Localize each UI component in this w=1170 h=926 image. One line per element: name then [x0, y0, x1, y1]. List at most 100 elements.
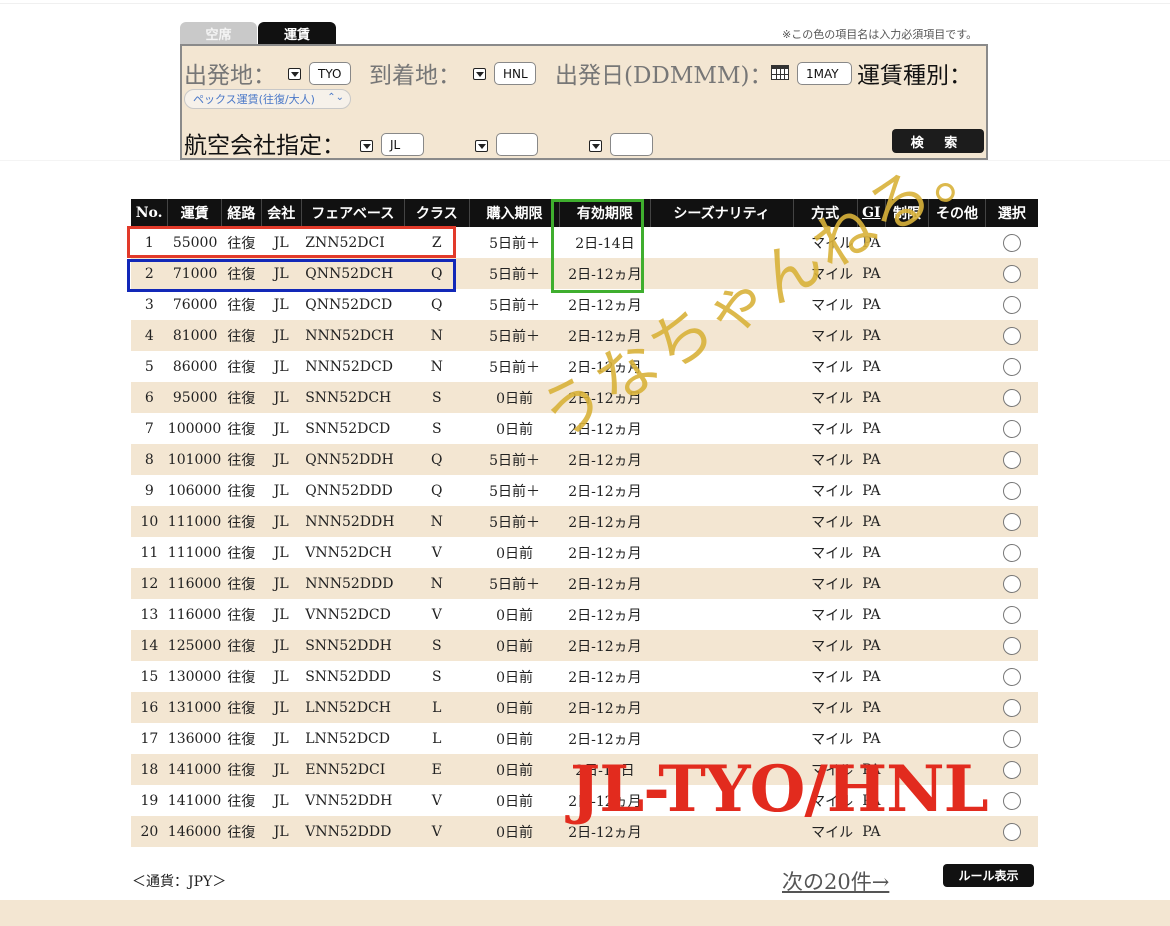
destination-dropdown-icon[interactable] — [473, 68, 486, 80]
cell-select — [985, 537, 1038, 568]
cell-select — [985, 258, 1038, 289]
cell-no: 5 — [131, 351, 168, 382]
cell-restriction — [885, 568, 929, 599]
select-radio[interactable] — [1002, 233, 1021, 252]
date-input[interactable]: 1MAY — [797, 62, 852, 85]
select-radio[interactable] — [1002, 605, 1021, 624]
cell-fare: 55000 — [167, 227, 222, 258]
airline1-dropdown-icon[interactable] — [360, 140, 373, 152]
date-label: 出発日(DDMMM)： — [555, 63, 773, 89]
select-radio[interactable] — [1002, 357, 1021, 376]
cell-no: 3 — [131, 289, 168, 320]
airline1-input[interactable]: JL — [381, 133, 424, 156]
cell-restriction — [885, 289, 929, 320]
cell-gi: PA — [857, 599, 886, 630]
cell-other — [928, 506, 986, 537]
origin-input[interactable]: TYO — [309, 62, 351, 85]
select-radio[interactable] — [1002, 698, 1021, 717]
cell-other — [928, 320, 986, 351]
next-page-link[interactable]: 次の20件→ — [782, 866, 889, 896]
cell-carrier: JL — [261, 754, 302, 785]
airline3-input[interactable] — [610, 133, 653, 156]
cell-restriction — [885, 258, 929, 289]
cell-carrier: JL — [261, 227, 302, 258]
cell-class: Z — [404, 227, 470, 258]
cell-fare-basis: ENN52DCI — [301, 754, 405, 785]
cell-fare-basis: SNN52DCD — [301, 413, 405, 444]
select-radio[interactable] — [1002, 481, 1021, 500]
cell-route: 往復 — [221, 630, 262, 661]
select-radio[interactable] — [1002, 822, 1021, 841]
airline2-dropdown-icon[interactable] — [475, 140, 488, 152]
cell-fare: 86000 — [167, 351, 222, 382]
tab-fare[interactable]: 運賃 — [258, 22, 336, 44]
cell-gi: PA — [857, 289, 886, 320]
select-radio[interactable] — [1002, 729, 1021, 748]
cell-class: S — [404, 382, 470, 413]
select-radio[interactable] — [1002, 419, 1021, 438]
cell-class: V — [404, 537, 470, 568]
destination-input[interactable]: HNL — [494, 62, 536, 85]
select-radio[interactable] — [1002, 264, 1021, 283]
tab-availability[interactable]: 空席 — [180, 22, 257, 44]
cell-fare: 136000 — [167, 723, 222, 754]
cell-other — [928, 351, 986, 382]
airline3-dropdown-icon[interactable] — [589, 140, 602, 152]
cell-other — [928, 475, 986, 506]
cell-no: 8 — [131, 444, 168, 475]
cell-validity: 2日-12ヵ月 — [559, 568, 651, 599]
cell-route: 往復 — [221, 661, 262, 692]
cell-fare: 141000 — [167, 785, 222, 816]
cell-validity: 2日-12ヵ月 — [559, 258, 651, 289]
cell-seasonality — [650, 692, 794, 723]
fare-type-select[interactable]: ペックス運賃(往復/大人) ⌃⌄ — [184, 89, 351, 109]
rule-display-button[interactable]: ルール表示 — [943, 864, 1034, 887]
table-row: 14 125000 往復 JL SNN52DDH S 0日前 2日-12ヵ月 マイル PA — [131, 630, 1038, 661]
cell-route: 往復 — [221, 320, 262, 351]
cell-gi: PA — [857, 413, 886, 444]
cell-no: 13 — [131, 599, 168, 630]
cell-carrier: JL — [261, 816, 302, 847]
cell-purchase-deadline: 5日前＋ — [469, 568, 560, 599]
cell-other — [928, 382, 986, 413]
select-radio[interactable] — [1002, 295, 1021, 314]
select-radio[interactable] — [1002, 388, 1021, 407]
cell-select — [985, 630, 1038, 661]
select-radio[interactable] — [1002, 326, 1021, 345]
cell-method: マイル — [793, 723, 858, 754]
calendar-icon[interactable] — [771, 65, 789, 80]
cell-gi: PA — [857, 320, 886, 351]
cell-restriction — [885, 351, 929, 382]
cell-purchase-deadline: 5日前＋ — [469, 227, 560, 258]
cell-restriction — [885, 320, 929, 351]
cell-no: 9 — [131, 475, 168, 506]
cell-validity: 2日-12ヵ月 — [559, 692, 651, 723]
col-header-purchase-deadline: 購入期限 — [469, 199, 561, 227]
cell-class: L — [404, 723, 470, 754]
cell-purchase-deadline: 5日前＋ — [469, 258, 560, 289]
cell-seasonality — [650, 568, 794, 599]
cell-gi: PA — [857, 630, 886, 661]
cell-class: Q — [404, 289, 470, 320]
cell-select — [985, 444, 1038, 475]
select-radio[interactable] — [1002, 543, 1021, 562]
cell-seasonality — [650, 723, 794, 754]
airline2-input[interactable] — [496, 133, 538, 156]
select-radio[interactable] — [1002, 512, 1021, 531]
select-radio[interactable] — [1002, 791, 1021, 810]
cell-fare-basis: VNN52DDH — [301, 785, 405, 816]
select-radio[interactable] — [1002, 636, 1021, 655]
select-radio[interactable] — [1002, 574, 1021, 593]
bottom-band — [0, 900, 1170, 926]
top-rule — [0, 3, 1170, 4]
select-radio[interactable] — [1002, 667, 1021, 686]
select-radio[interactable] — [1002, 760, 1021, 779]
cell-carrier: JL — [261, 661, 302, 692]
cell-purchase-deadline: 0日前 — [469, 816, 560, 847]
cell-purchase-deadline: 0日前 — [469, 661, 560, 692]
select-radio[interactable] — [1002, 450, 1021, 469]
cell-seasonality — [650, 537, 794, 568]
cell-no: 20 — [131, 816, 168, 847]
cell-class: Q — [404, 475, 470, 506]
origin-dropdown-icon[interactable] — [288, 68, 301, 80]
